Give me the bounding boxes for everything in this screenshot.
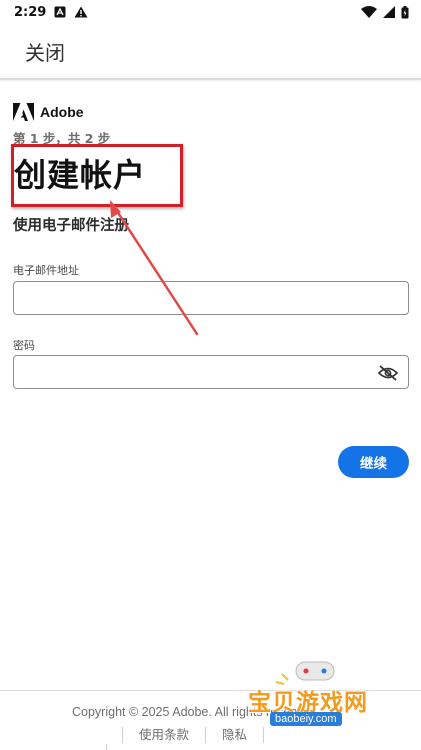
close-button[interactable]: 关闭 — [25, 37, 65, 66]
status-bar: 2:29 — [0, 0, 421, 24]
signal-icon — [383, 6, 395, 18]
battery-icon — [401, 5, 409, 18]
footer-link-terms[interactable]: 使用条款 — [122, 727, 205, 743]
footer-links: 使用条款 隐私 — [122, 727, 265, 743]
status-right — [361, 5, 409, 19]
annotation-highlight-box — [11, 144, 183, 207]
email-label: 电子邮件地址 — [13, 264, 79, 277]
brand-name: Adobe — [40, 104, 84, 120]
email-field[interactable] — [13, 281, 409, 315]
status-left: 2:29 — [14, 5, 88, 20]
watermark-url: baobeiy.com — [270, 712, 342, 726]
eye-off-icon — [378, 365, 398, 381]
form-subtitle: 使用电子邮件注册 — [13, 218, 129, 234]
password-field[interactable] — [13, 355, 409, 389]
brand: Adobe — [13, 103, 84, 121]
app-header: 关闭 — [0, 24, 421, 80]
adobe-logo-icon — [13, 103, 34, 121]
status-time: 2:29 — [14, 4, 47, 20]
password-visibility-toggle[interactable] — [376, 363, 400, 383]
notification-a-icon — [54, 6, 66, 18]
wifi-icon — [361, 6, 377, 18]
continue-button[interactable]: 继续 — [338, 446, 409, 478]
password-label: 密码 — [13, 339, 35, 352]
warning-icon — [74, 6, 88, 18]
